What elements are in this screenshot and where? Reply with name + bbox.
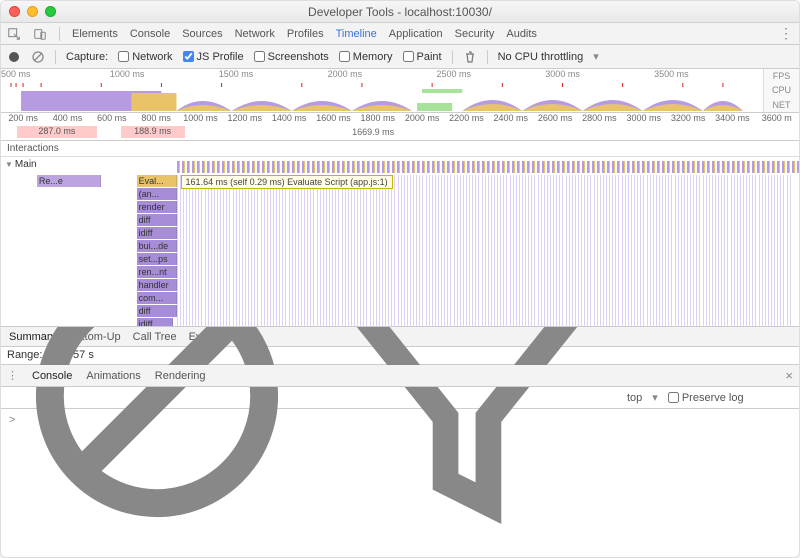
close-drawer-icon[interactable]: ×: [785, 368, 793, 383]
flame-block[interactable]: Re...e: [37, 175, 101, 187]
console-context-select[interactable]: top: [627, 392, 642, 404]
flame-stack-row[interactable]: diff: [137, 214, 177, 226]
drawer-menu-icon[interactable]: ⋮: [7, 369, 18, 382]
flame-stack-row[interactable]: handler: [137, 279, 177, 291]
checkbox-memory[interactable]: Memory: [339, 51, 393, 63]
checkbox-preserve-log[interactable]: Preserve log: [668, 392, 744, 404]
drawer-tab-rendering[interactable]: Rendering: [155, 370, 206, 382]
flamechart-ruler[interactable]: 200 ms400 ms600 ms800 ms1000 ms1200 ms14…: [1, 113, 799, 141]
capture-label: Capture:: [66, 51, 108, 63]
console-toolbar: top ▾ Preserve log: [1, 387, 799, 409]
cpu-throttling-select[interactable]: No CPU throttling: [498, 51, 584, 63]
flame-stack-row[interactable]: render: [137, 201, 177, 213]
flame-stack-row[interactable]: bui...de: [137, 240, 177, 252]
flame-stack-row[interactable]: com...: [137, 292, 177, 304]
tab-console[interactable]: Console: [130, 24, 170, 44]
record-button[interactable]: [7, 50, 21, 64]
inspect-element-icon[interactable]: [7, 27, 21, 41]
drawer-tab-console[interactable]: Console: [32, 370, 72, 382]
checkbox-screenshots[interactable]: Screenshots: [254, 51, 329, 63]
overview-side-labels: FPSCPUNET: [763, 69, 799, 112]
main-thread-label[interactable]: Main: [5, 159, 37, 170]
device-toolbar-icon[interactable]: [33, 27, 47, 41]
flame-chart[interactable]: Main Re...e Eval... 161.64 ms (self 0.29…: [1, 157, 799, 327]
flame-stack-row[interactable]: idiff: [137, 227, 177, 239]
overview-chart: [1, 81, 763, 113]
more-options-icon[interactable]: ⋮: [779, 25, 793, 42]
tab-elements[interactable]: Elements: [72, 24, 118, 44]
clear-button[interactable]: [31, 50, 45, 64]
tab-network[interactable]: Network: [235, 24, 275, 44]
chevron-down-icon: ▾: [652, 391, 658, 404]
tab-timeline[interactable]: Timeline: [336, 24, 377, 44]
overview-ruler: 500 ms1000 ms1500 ms2000 ms2500 ms3000 m…: [1, 69, 763, 81]
flame-stack-row[interactable]: ren...nt: [137, 266, 177, 278]
timeline-toolbar: Capture: Network JS Profile Screenshots …: [1, 45, 799, 69]
checkbox-js-profile[interactable]: JS Profile: [183, 51, 244, 63]
flame-evaluate-script[interactable]: Eval...: [137, 175, 177, 187]
checkbox-paint[interactable]: Paint: [403, 51, 442, 63]
flame-top-strip: [177, 161, 799, 173]
selection-duration: 1669.9 ms: [352, 127, 394, 137]
network-block-2[interactable]: 188.9 ms: [121, 126, 185, 138]
garbage-collect-icon[interactable]: [463, 50, 477, 64]
drawer-tab-animations[interactable]: Animations: [86, 370, 140, 382]
flame-stack-row[interactable]: (an...: [137, 188, 177, 200]
window-titlebar: Developer Tools - localhost:10030/: [1, 1, 799, 23]
tab-security[interactable]: Security: [455, 24, 495, 44]
tab-profiles[interactable]: Profiles: [287, 24, 324, 44]
devtools-tabbar: Elements Console Sources Network Profile…: [1, 23, 799, 45]
flame-tooltip: 161.64 ms (self 0.29 ms) Evaluate Script…: [181, 175, 393, 189]
tab-audits[interactable]: Audits: [506, 24, 537, 44]
checkbox-network[interactable]: Network: [118, 51, 172, 63]
flame-stack-row[interactable]: diff: [137, 305, 177, 317]
flame-stack-row[interactable]: idiff: [137, 318, 173, 327]
window-title: Developer Tools - localhost:10030/: [1, 5, 799, 19]
tab-application[interactable]: Application: [389, 24, 443, 44]
console-prompt: >: [9, 414, 15, 426]
network-block-1[interactable]: 287.0 ms: [17, 126, 97, 138]
timeline-overview[interactable]: 500 ms1000 ms1500 ms2000 ms2500 ms3000 m…: [1, 69, 799, 113]
flame-stack-row[interactable]: set...ps: [137, 253, 177, 265]
interactions-row: Interactions: [1, 141, 799, 157]
tab-sources[interactable]: Sources: [182, 24, 222, 44]
drawer-tabs: ⋮ Console Animations Rendering ×: [1, 365, 799, 387]
chevron-down-icon: ▾: [593, 50, 599, 63]
